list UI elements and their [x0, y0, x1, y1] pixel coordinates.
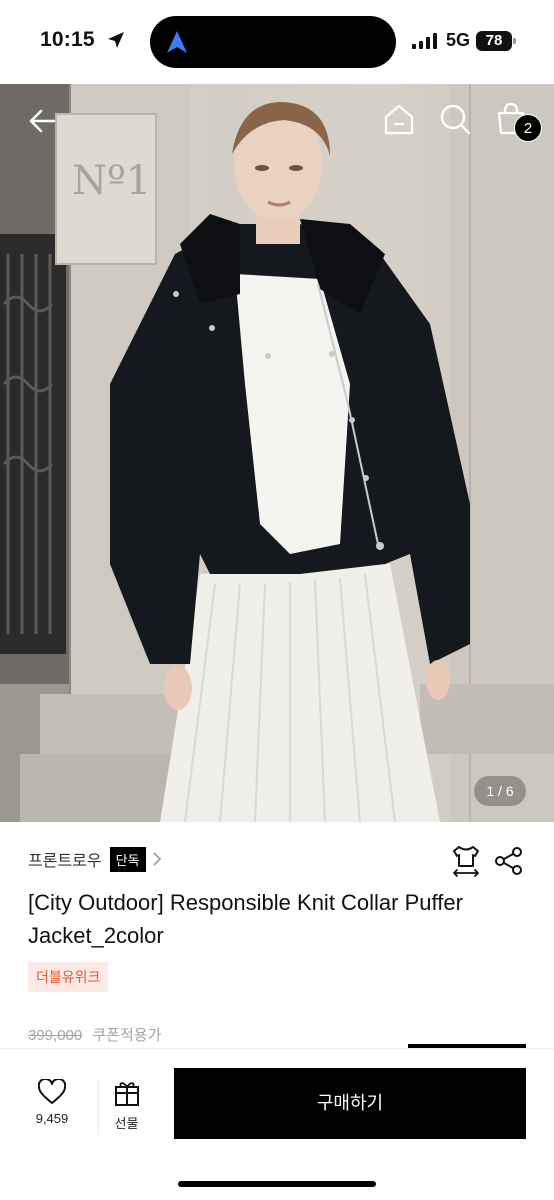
search-icon[interactable]: [438, 102, 472, 136]
signal-icon: [412, 33, 437, 49]
brand-row[interactable]: 프론트로우 단독: [28, 846, 162, 872]
bottom-action-bar: 9,459 선물 구매하기: [0, 1048, 554, 1200]
gift-label: 선물: [114, 1116, 139, 1131]
home-icon[interactable]: [382, 102, 416, 136]
battery-level: 78: [485, 32, 503, 49]
gift-icon: [114, 1082, 139, 1106]
chevron-right-icon[interactable]: [152, 852, 162, 866]
like-count: 9,459: [35, 1111, 69, 1126]
promo-tag: 더블유위크: [28, 962, 109, 992]
brand-name[interactable]: 프론트로우: [28, 847, 102, 871]
navigation-arrow-icon: [167, 31, 187, 53]
product-image-carousel[interactable]: Nº1 2 1 / 6: [0, 84, 554, 822]
status-time: 10:15: [40, 28, 95, 51]
share-icon[interactable]: [494, 846, 524, 876]
buy-button[interactable]: 구매하기: [174, 1068, 526, 1139]
back-arrow-icon[interactable]: [26, 104, 60, 138]
size-guide-icon[interactable]: [450, 844, 482, 878]
image-pager: 1 / 6: [474, 776, 526, 806]
coupon-price-label: 쿠폰적용가: [92, 1027, 162, 1044]
original-price: 399,000: [28, 1027, 83, 1044]
heart-icon: [38, 1079, 66, 1104]
product-title: [City Outdoor] Responsible Knit Collar P…: [28, 890, 463, 948]
like-button[interactable]: 9,459: [24, 1079, 80, 1135]
status-bar: 10:15 5G 78: [0, 0, 554, 84]
price-row: 399,000 쿠폰적용가: [28, 1024, 161, 1045]
location-arrow-icon: [108, 32, 124, 48]
battery-icon: 78: [476, 31, 516, 51]
product-photo: Nº1: [0, 84, 554, 822]
home-indicator: [178, 1181, 376, 1187]
network-type: 5G: [446, 30, 471, 50]
cart-count-badge: 2: [514, 114, 542, 142]
exclusive-badge: 단독: [109, 846, 146, 872]
gift-button[interactable]: 선물: [98, 1079, 154, 1135]
background-sign-text: Nº1: [72, 158, 151, 204]
